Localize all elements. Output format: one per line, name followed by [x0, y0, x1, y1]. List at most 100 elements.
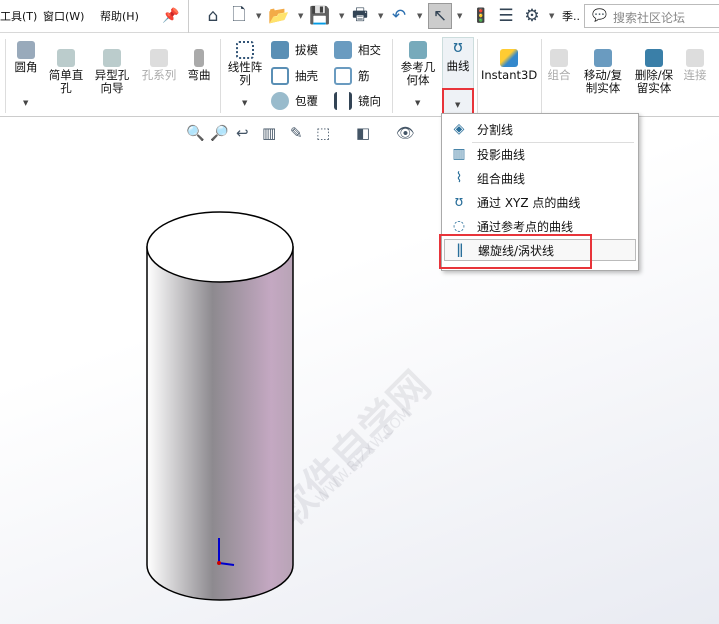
file-properties-icon[interactable]: ☰	[495, 5, 517, 27]
delete-body-icon	[645, 49, 663, 67]
divider	[5, 39, 6, 113]
hole-wizard-icon	[103, 49, 121, 67]
flex-button[interactable]: 弯曲	[184, 49, 214, 82]
label: 镜向	[358, 94, 381, 108]
mirror-icon	[334, 92, 352, 110]
reference-geometry-button[interactable]: 参考几何体	[398, 41, 438, 87]
new-document-icon[interactable]: 🗋	[228, 5, 250, 27]
menu-tools[interactable]: 工具(T)	[0, 8, 37, 24]
label: 圆角	[14, 60, 38, 74]
print-icon[interactable]: 🖶	[349, 5, 371, 27]
search-input[interactable]: 💬 搜索社区论坛	[584, 4, 719, 28]
label: 异型孔向导	[94, 68, 130, 95]
hole-series-button[interactable]: 孔系列	[138, 49, 180, 82]
mirror-button[interactable]: 镜向	[334, 92, 381, 110]
linear-pattern-button[interactable]: 线性阵列	[226, 41, 264, 87]
menu-item-curve-through-xyz[interactable]: ʊ 通过 XYZ 点的曲线	[444, 191, 636, 213]
label: 简单直孔	[48, 68, 84, 95]
rib-button[interactable]: 筋	[334, 67, 370, 85]
reference-points-curve-icon: ◌	[452, 218, 466, 234]
chevron-down-icon[interactable]: ▼	[378, 12, 383, 20]
highlight-box-helix	[439, 234, 592, 269]
label: 拔模	[295, 43, 318, 57]
move-copy-icon	[594, 49, 612, 67]
projected-curve-icon: ▥	[452, 146, 466, 162]
menu-item-projected-curve[interactable]: ▥ 投影曲线	[444, 143, 636, 165]
hole-wizard-button[interactable]: 异型孔向导	[92, 49, 132, 95]
split-line-icon: ◈	[453, 121, 465, 137]
label: 线性阵列	[227, 60, 263, 87]
menu-item-composite-curve[interactable]: ⌇ 组合曲线	[444, 167, 636, 189]
rib-icon	[334, 67, 352, 85]
linear-pattern-icon	[236, 41, 254, 59]
shell-icon	[271, 67, 289, 85]
curve-icon: ʊ	[453, 37, 463, 56]
chevron-down-icon[interactable]: ▼	[298, 12, 303, 20]
chevron-down-icon[interactable]: ▼	[415, 99, 420, 107]
fillet-button[interactable]: 圆角	[12, 41, 40, 74]
intersect-button[interactable]: 相交	[334, 41, 381, 59]
draft-button[interactable]: 拔模	[271, 41, 318, 59]
chevron-down-icon[interactable]: ▼	[339, 12, 344, 20]
label: 曲线	[446, 59, 470, 73]
rebuild-traffic-light-icon[interactable]: 🚦	[470, 5, 492, 27]
label: 筋	[358, 69, 370, 83]
label: 删除/保留实体	[634, 68, 674, 95]
shell-button[interactable]: 抽壳	[271, 67, 318, 85]
combine-button[interactable]: 组合	[545, 49, 573, 82]
combine-icon	[550, 49, 568, 67]
label: 移动/复制实体	[583, 68, 623, 95]
chevron-down-icon[interactable]: ▼	[549, 12, 554, 20]
divider	[220, 39, 221, 113]
divider	[188, 0, 189, 33]
divider	[477, 39, 478, 113]
chevron-down-icon[interactable]: ▼	[242, 99, 247, 107]
menu-window[interactable]: 窗口(W)	[43, 8, 84, 24]
label: Instant3D	[481, 68, 538, 82]
simple-hole-button[interactable]: 简单直孔	[46, 49, 86, 95]
instant3d-icon	[500, 49, 518, 67]
wrap-icon	[271, 92, 289, 110]
chevron-down-icon[interactable]: ▼	[457, 12, 462, 20]
menu-help[interactable]: 帮助(H)	[100, 8, 139, 24]
cylinder-top-face	[146, 211, 294, 283]
label: 投影曲线	[477, 147, 526, 162]
label: 孔系列	[141, 68, 177, 82]
chevron-down-icon[interactable]: ▼	[23, 99, 28, 107]
save-icon[interactable]: 💾	[309, 5, 331, 27]
ribbon-toolbar: 圆角 ▼ 简单直孔 异型孔向导 孔系列 弯曲 线性阵列 ▼ 拔模 抽壳 包覆 相…	[0, 33, 719, 117]
menu-item-split-line[interactable]: ◈ 分割线	[444, 118, 636, 140]
chevron-down-icon[interactable]: ▼	[417, 12, 422, 20]
hole-icon	[57, 49, 75, 67]
reference-plane-icon	[409, 41, 427, 59]
instant3d-button[interactable]: Instant3D	[481, 49, 537, 82]
chat-bubble-icon: 💬	[592, 8, 607, 22]
label: 参考几何体	[400, 60, 436, 87]
label: 分割线	[477, 122, 514, 137]
draft-icon	[271, 41, 289, 59]
wrap-button[interactable]: 包覆	[271, 92, 318, 110]
join-icon	[686, 49, 704, 67]
home-icon[interactable]: ⌂	[202, 5, 224, 27]
move-copy-body-button[interactable]: 移动/复制实体	[580, 49, 626, 95]
menu-bar: 工具(T) 窗口(W) 帮助(H) 📌 ⌂ 🗋 ▼ 📂 ▼ 💾 ▼ 🖶 ▼ ↶ ▼ ↖ ▼ …	[0, 0, 719, 33]
join-button[interactable]: 连接	[681, 49, 709, 82]
pin-icon[interactable]: 📌	[160, 5, 182, 27]
gear-icon[interactable]: ⚙	[521, 5, 543, 27]
composite-curve-icon: ⌇	[455, 170, 463, 186]
label: 相交	[358, 43, 381, 57]
chevron-down-icon[interactable]: ▼	[256, 12, 261, 20]
label: 包覆	[295, 94, 318, 108]
more-label[interactable]: 季..	[562, 8, 580, 24]
search-placeholder: 搜索社区论坛	[613, 11, 686, 25]
select-cursor-icon[interactable]: ↖	[428, 3, 452, 29]
fillet-icon	[17, 41, 35, 59]
open-icon[interactable]: 📂	[268, 5, 290, 27]
delete-keep-body-button[interactable]: 删除/保留实体	[631, 49, 677, 95]
flex-icon	[194, 49, 204, 67]
xyz-curve-icon: ʊ	[454, 194, 464, 210]
divider	[392, 39, 393, 113]
hole-series-icon	[150, 49, 168, 67]
undo-icon[interactable]: ↶	[388, 5, 410, 27]
label: 弯曲	[187, 68, 211, 82]
